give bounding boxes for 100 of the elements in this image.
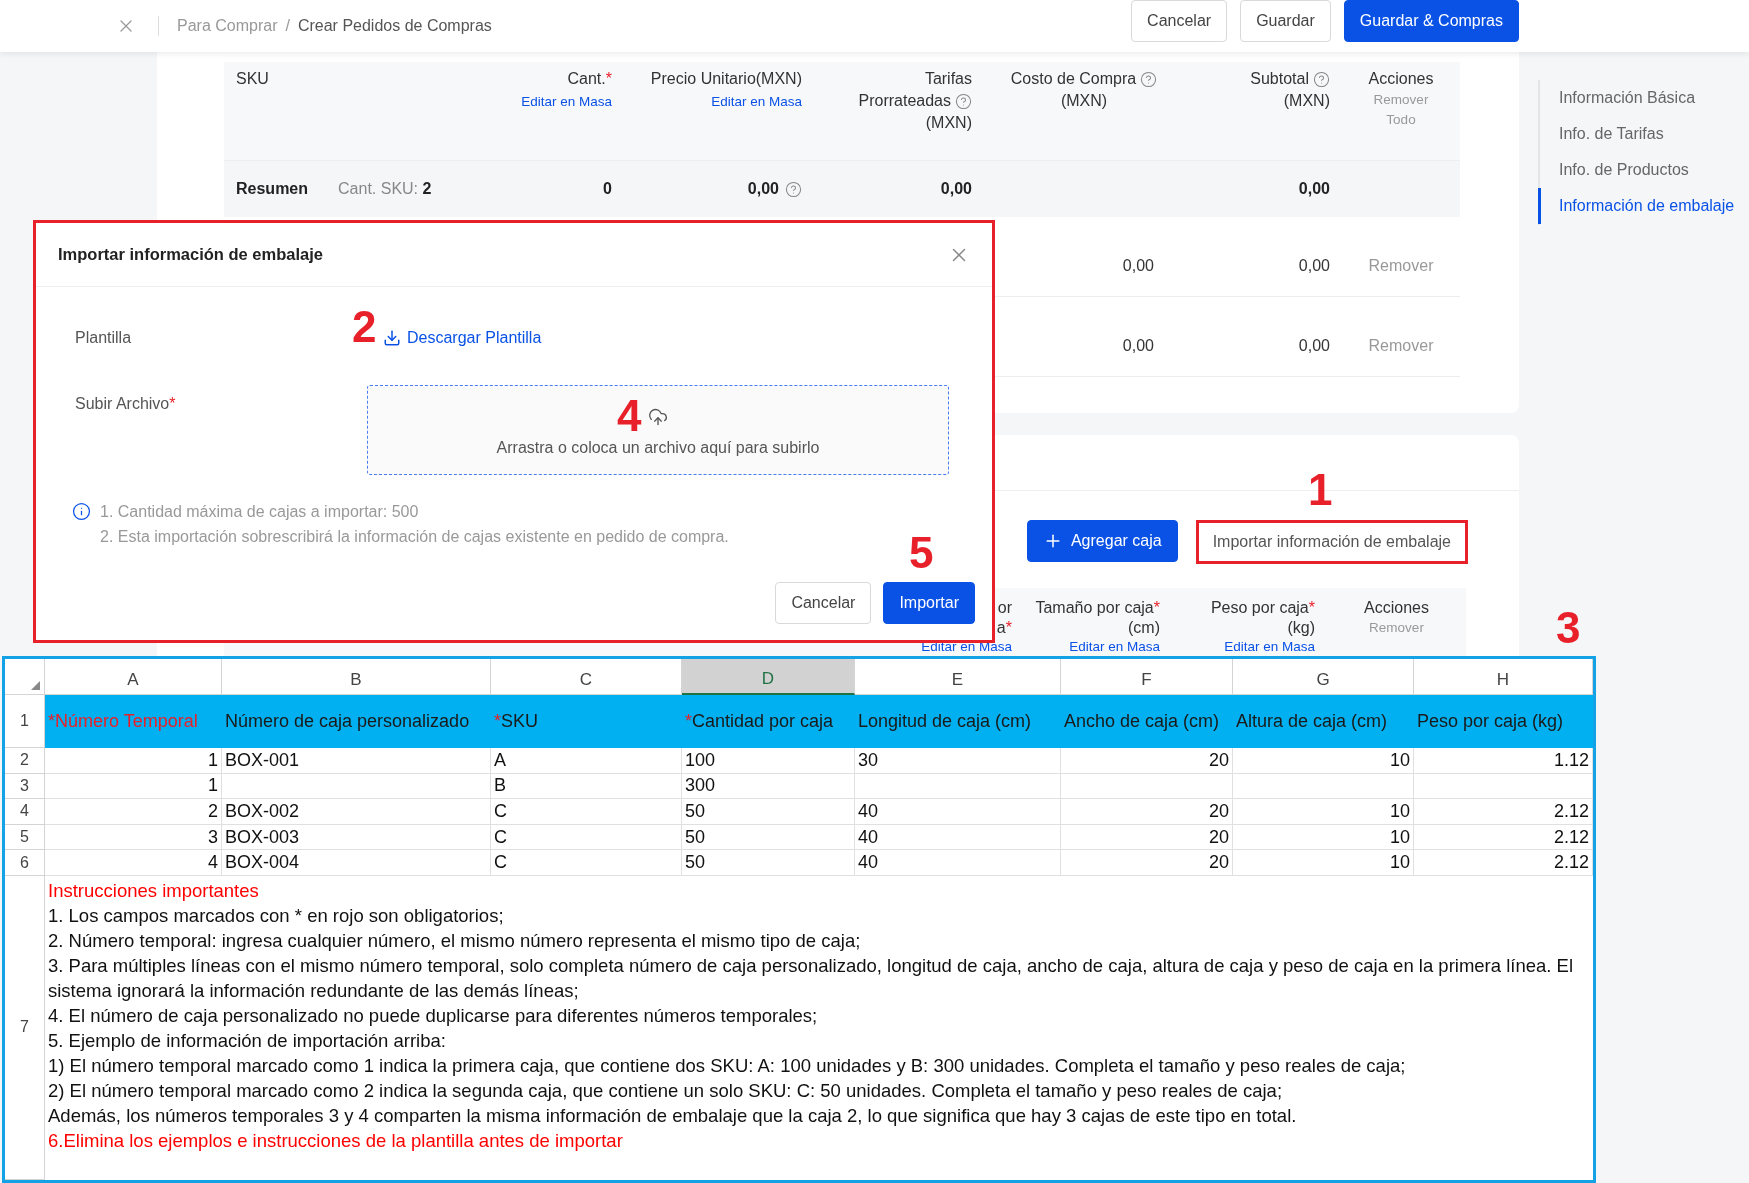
table-cell: 10 — [1233, 799, 1414, 825]
step-number: 2 — [352, 307, 377, 347]
summary-label: Resumen — [236, 180, 309, 198]
table-cell: 40 — [855, 799, 1061, 825]
breadcrumb-item: Crear Pedidos de Compras — [297, 17, 492, 35]
save-and-purchase-button[interactable]: Guardar & Compras — [1343, 0, 1519, 42]
step-number: 5 — [909, 533, 934, 573]
header-cell: Ancho de caja (cm) — [1061, 695, 1233, 748]
nav-item[interactable]: Info. de Productos — [1538, 152, 1735, 188]
table-cell: BOX-003 — [222, 824, 491, 851]
select-all-icon[interactable] — [31, 681, 40, 690]
table-cell: A — [491, 748, 682, 774]
summary-value: 0,00 — [747, 180, 779, 198]
column-header: Tamaño por caja* — [1035, 598, 1160, 618]
column-letter[interactable]: B — [222, 659, 491, 695]
instruction-line: 4. El número de caja personalizado no puede duplicarse para diferentes números temporales; — [48, 1003, 819, 1028]
table-cell: 0,00 — [1122, 256, 1154, 275]
add-box-button[interactable]: Agregar caja — [1026, 520, 1178, 562]
column-letter[interactable]: E — [855, 659, 1061, 695]
column-header: Subtotal — [1250, 68, 1330, 90]
table-cell: 3 — [45, 824, 222, 851]
info-icon — [72, 502, 91, 521]
column-header: Acciones — [1368, 69, 1434, 89]
table-cell: 20 — [1061, 799, 1233, 825]
breadcrumb-separator: / — [285, 17, 290, 35]
table-cell: 300 — [682, 773, 855, 800]
toolbar-button[interactable]: Guardar — [1240, 0, 1331, 42]
row-number[interactable]: 5 — [5, 824, 45, 851]
download-icon — [383, 329, 401, 347]
row-number[interactable]: 2 — [5, 748, 45, 774]
step-number: 3 — [1556, 608, 1581, 648]
step-number: 4 — [617, 396, 642, 436]
column-header: (MXN) — [1283, 91, 1330, 111]
download-template-link[interactable]: Descargar Plantilla — [383, 329, 542, 347]
column-letter[interactable]: H — [1414, 659, 1593, 695]
column-letter[interactable]: C — [491, 659, 682, 695]
header-cell: *Cantidad por caja — [682, 695, 855, 748]
table-cell: 0,00 — [1122, 336, 1154, 355]
table-cell: C — [491, 850, 682, 876]
instruction-line: 1. Los campos marcados con * en rojo son obligatorios; — [48, 903, 505, 928]
column-header: (MXN) — [925, 113, 972, 133]
table-cell: 1.12 — [1414, 748, 1593, 774]
import-packaging-button[interactable]: Importar información de embalaje — [1195, 520, 1468, 564]
column-header: (kg) — [1287, 618, 1315, 638]
row-number[interactable]: 7 — [5, 875, 45, 1180]
column-header: Acciones — [1364, 598, 1429, 618]
table-cell: 1 — [45, 748, 222, 774]
table-cell: 30 — [855, 748, 1061, 774]
instruction-line: 6.Elimina los ejemplos e instrucciones de la plantilla antes de importar — [48, 1128, 624, 1153]
nav-item[interactable]: Información Básica — [1538, 80, 1735, 116]
table-cell: BOX-001 — [222, 748, 491, 774]
header-cell: *Número Temporal — [45, 695, 222, 748]
instruction-line: 2) El número temporal marcado como 2 indica la segunda caja, que contiene un solo SKU: C: 50 unidades. Completa el tamaño y peso reales de caja; — [48, 1078, 1284, 1103]
table-cell: BOX-004 — [222, 850, 491, 876]
step-number: 1 — [1308, 470, 1333, 510]
table-cell: 20 — [1061, 850, 1233, 876]
column-letter[interactable]: G — [1233, 659, 1414, 695]
column-header: Prorrateadas — [858, 90, 972, 112]
nav-item[interactable]: Info. de Tarifas — [1538, 116, 1735, 152]
column-header: or — [997, 598, 1012, 618]
import-note: 1. Cantidad máxima de cajas a importar: 500 — [100, 502, 420, 522]
column-header: Costo de Compra — [1010, 68, 1158, 90]
table-cell: 2.12 — [1414, 799, 1593, 825]
bulk-edit-link[interactable]: Editar en Masa — [1224, 639, 1315, 654]
upload-icon — [648, 407, 668, 427]
table-cell: 40 — [855, 824, 1061, 851]
table-cell: 2.12 — [1414, 850, 1593, 876]
nav-item[interactable]: Información de embalaje — [1538, 188, 1735, 224]
import-button[interactable]: Importar — [883, 582, 975, 624]
bulk-edit-link[interactable]: Editar en Masa — [711, 90, 802, 114]
instruction-line: Además, los números temporales 3 y 4 comparten la misma información de embalaje que la caja 2, lo que significa que hay 3 cajas de este tipo en total. — [48, 1103, 1298, 1128]
cancel-button[interactable]: Cancelar — [775, 582, 872, 624]
header-cell: Peso por caja (kg) — [1414, 695, 1593, 748]
row-number[interactable]: 3 — [5, 773, 45, 800]
table-cell: 4 — [45, 850, 222, 876]
table-cell: 2.12 — [1414, 824, 1593, 851]
table-cell: 0,00 — [1298, 256, 1330, 275]
summary-value: 0,00 — [940, 180, 972, 198]
header-cell: Altura de caja (cm) — [1233, 695, 1414, 748]
column-letter[interactable]: D — [682, 659, 855, 695]
row-number[interactable]: 6 — [5, 850, 45, 876]
table-cell: 10 — [1233, 824, 1414, 851]
table-cell: 0,00 — [1298, 336, 1330, 355]
table-cell: B — [491, 773, 682, 800]
import-note: 2. Esta importación sobrescribirá la información de cajas existente en pedido de compra. — [100, 527, 729, 547]
table-cell: 50 — [682, 850, 855, 876]
toolbar-button[interactable]: Cancelar — [1131, 0, 1228, 42]
table-cell: 100 — [682, 748, 855, 774]
column-letter[interactable]: F — [1061, 659, 1233, 695]
instruction-line: Instrucciones importantes — [48, 878, 260, 903]
bulk-edit-link[interactable]: Editar en Masa — [521, 90, 612, 114]
table-cell: 50 — [682, 824, 855, 851]
bulk-edit-link[interactable]: Editar en Masa — [1069, 639, 1160, 654]
table-cell: 50 — [682, 799, 855, 825]
instruction-line: 5. Ejemplo de información de importación arriba: — [48, 1028, 447, 1053]
row-number[interactable]: 4 — [5, 799, 45, 825]
header-cell: *SKU — [491, 695, 682, 748]
column-header: Peso por caja* — [1210, 598, 1315, 618]
column-letter[interactable]: A — [45, 659, 222, 695]
table-cell: 2 — [45, 799, 222, 825]
